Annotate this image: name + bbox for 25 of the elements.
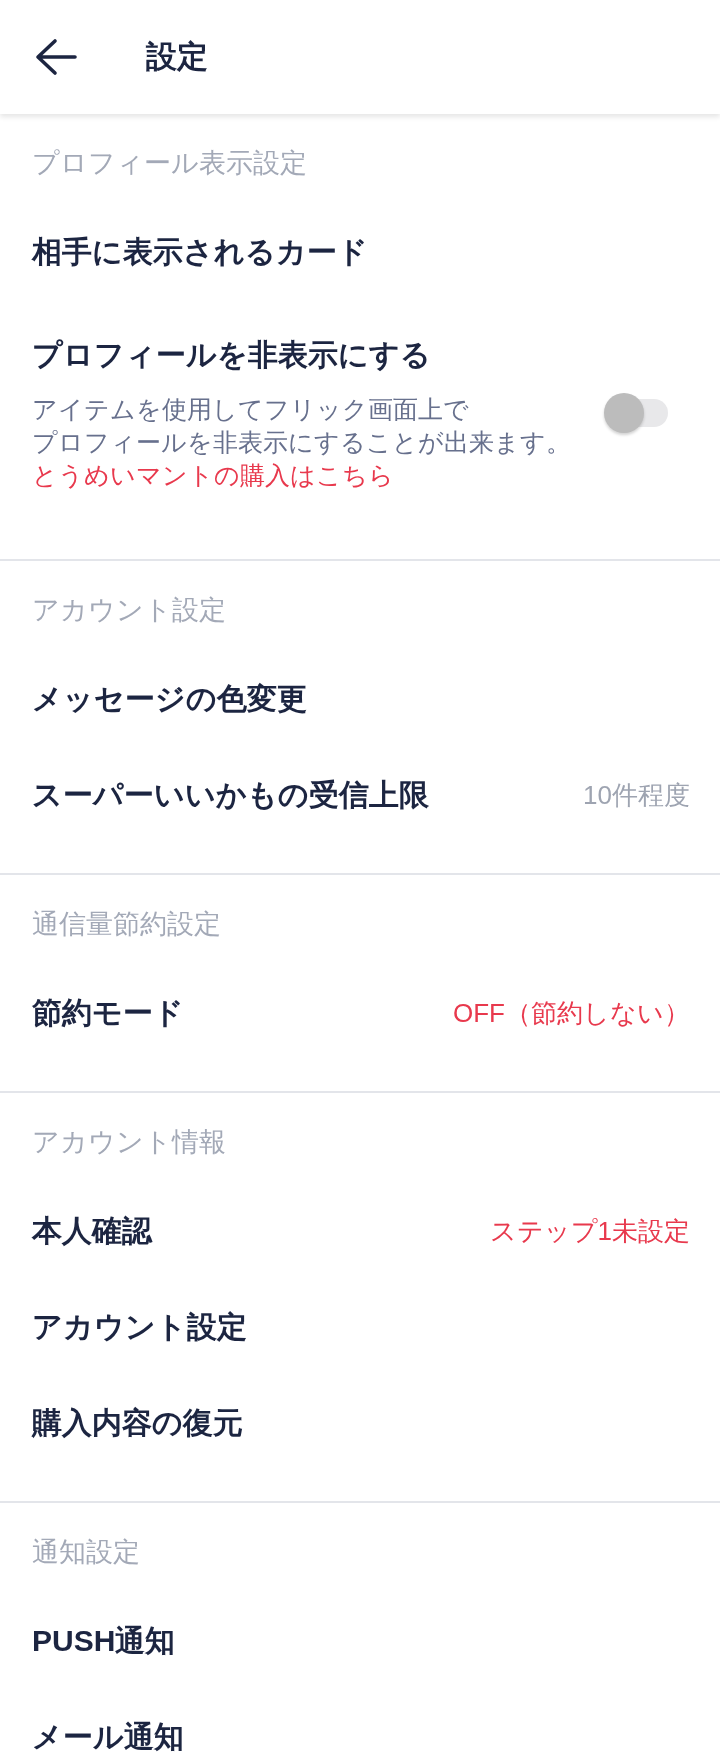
setting-value: 10件程度	[583, 780, 690, 810]
section-title: 通知設定	[32, 1538, 140, 1566]
setting-description: プロフィールを非表示にすることが出来ます。	[32, 428, 571, 456]
setting-item[interactable]: PUSH通知	[32, 1624, 176, 1658]
setting-value: ステップ1未設定	[489, 1216, 690, 1246]
page-title: 設定	[146, 39, 208, 75]
setting-item: プロフィールを非表示にする	[32, 338, 431, 372]
back-button[interactable]	[34, 37, 78, 77]
setting-item[interactable]: メール通知	[32, 1720, 184, 1754]
section-title: アカウント設定	[32, 596, 226, 624]
section-title: 通信量節約設定	[32, 910, 221, 938]
section-title: アカウント情報	[32, 1128, 226, 1156]
setting-description: アイテムを使用してフリック画面上で	[32, 395, 469, 423]
back-arrow-icon	[34, 37, 78, 77]
setting-item[interactable]: 節約モード	[32, 996, 184, 1030]
setting-item[interactable]: 相手に表示されるカード	[32, 235, 368, 269]
setting-item[interactable]: メッセージの色変更	[32, 682, 307, 716]
setting-item[interactable]: アカウント設定	[32, 1310, 247, 1344]
setting-value: OFF（節約しない）	[453, 998, 690, 1028]
setting-item[interactable]: 購入内容の復元	[32, 1406, 243, 1440]
setting-item[interactable]: スーパーいいかもの受信上限	[32, 778, 429, 812]
section-title: プロフィール表示設定	[32, 149, 307, 177]
setting-item[interactable]: 本人確認	[32, 1214, 152, 1248]
toggle-switch[interactable]	[604, 393, 668, 433]
purchase-link[interactable]: とうめいマントの購入はこちら	[32, 459, 394, 492]
